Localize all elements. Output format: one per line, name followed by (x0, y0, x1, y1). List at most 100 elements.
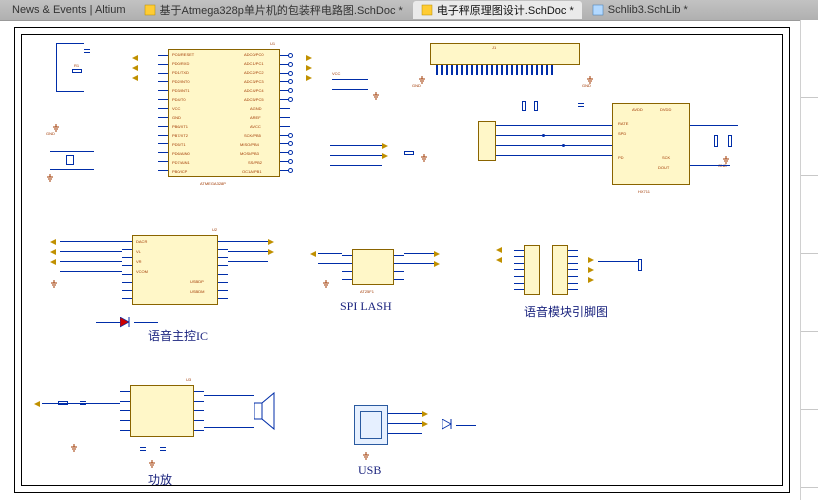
wire (598, 261, 638, 262)
pin-label: VCC (172, 106, 180, 111)
schlib-icon (592, 4, 604, 16)
tab-label: News & Events | Altium (12, 4, 126, 16)
pin-label: ADC3/PC3 (244, 79, 264, 84)
net-port (422, 421, 428, 427)
pin-label: VL (136, 249, 141, 254)
pin-label: VCOM (136, 269, 148, 274)
pin-bank (122, 237, 132, 303)
tab-schdoc-1[interactable]: 基于Atmega328p单片机的包装秤电路图.SchDoc * (136, 1, 411, 19)
pin-label: DOUT (658, 165, 669, 170)
net-port (34, 401, 40, 407)
tab-start-page[interactable]: News & Events | Altium (4, 1, 134, 19)
block-title: USB (358, 463, 381, 478)
tab-schlib[interactable]: Schlib3.SchLib * (584, 1, 696, 19)
tab-label: Schlib3.SchLib * (608, 4, 688, 16)
pin-bank (280, 51, 290, 175)
wire (204, 427, 254, 428)
part-label: ATMEGA328P (200, 181, 226, 186)
pin-label: AVDD (632, 107, 643, 112)
ref-label: J1 (492, 45, 496, 50)
pin-label: MISO/PB4 (240, 142, 259, 147)
block-title: 语音模块引脚图 (524, 303, 608, 320)
pin-label: PD7/AIN1 (172, 160, 190, 165)
crystal (66, 155, 74, 165)
gnd-symbol (586, 75, 594, 83)
net-port (268, 239, 274, 245)
part-label: AT25F1 (360, 289, 374, 294)
resistor (728, 135, 732, 147)
net-label: GND (582, 83, 591, 88)
wire (60, 241, 122, 242)
pin-label: USBDP (190, 279, 204, 284)
ref-label: R1 (74, 63, 79, 68)
wire (388, 423, 422, 424)
resistor (404, 151, 414, 155)
net-port (50, 239, 56, 245)
wire (388, 433, 422, 434)
wire (50, 151, 94, 152)
wire (404, 253, 434, 254)
pin-label: OC1A/PB1 (242, 169, 262, 174)
resistor (714, 135, 718, 147)
block-title: 功放 (148, 471, 172, 488)
pin-label: PD6/AIN0 (172, 151, 190, 156)
net-port (434, 251, 440, 257)
pin-label: USBDM (190, 289, 204, 294)
gnd-symbol (420, 153, 428, 161)
ref-label: U1 (270, 41, 275, 46)
tab-label: 基于Atmega328p单片机的包装秤电路图.SchDoc * (160, 2, 403, 18)
pin-label: PD3/INT1 (172, 88, 190, 93)
gnd-symbol (52, 123, 60, 131)
ic-hx711 (612, 103, 690, 185)
capacitor (80, 397, 86, 407)
net-port (588, 257, 594, 263)
gnd-symbol (362, 451, 370, 459)
pin-bank (120, 387, 130, 435)
pin-label: AVCC (250, 124, 261, 129)
wire (330, 155, 382, 156)
connector (552, 245, 568, 295)
net-port (496, 247, 502, 253)
block-title: 语音主控IC (148, 327, 208, 344)
sheet-inner-border: GND R1 U1 ATMEGA328P (21, 34, 783, 486)
wire (330, 165, 382, 166)
pin-bank (514, 247, 524, 293)
gnd-symbol (418, 75, 426, 83)
sheet-border: GND R1 U1 ATMEGA328P (14, 27, 790, 493)
document-area: GND R1 U1 ATMEGA328P (0, 20, 818, 500)
wire (690, 125, 738, 126)
pin-label: PD0/RXD (172, 61, 189, 66)
net-label: VCC (332, 71, 340, 76)
ic-spi-flash (352, 249, 394, 285)
wire (318, 263, 342, 264)
capacitor (160, 443, 166, 453)
schematic-canvas[interactable]: GND R1 U1 ATMEGA328P (0, 20, 800, 500)
ref-label: U3 (186, 377, 191, 382)
schdoc-icon (421, 4, 433, 16)
wire (404, 263, 434, 264)
net-port (588, 277, 594, 283)
gnd-symbol (722, 155, 730, 163)
panel-tabs-right[interactable] (800, 20, 818, 500)
part-label: HX711 (638, 189, 650, 194)
tab-schdoc-2-active[interactable]: 电子秤原理图设计.SchDoc * (413, 1, 582, 19)
pin-label: PD5/T1 (172, 142, 186, 147)
gnd-symbol (322, 279, 330, 287)
net-port (268, 249, 274, 255)
pin-label: GND (172, 115, 181, 120)
pin-label: SCK (662, 155, 670, 160)
ref-label: U2 (212, 227, 217, 232)
pin-bank (568, 247, 578, 293)
net-port (310, 251, 316, 257)
wire (332, 89, 368, 90)
pin-label: ADC4/PC4 (244, 88, 264, 93)
gnd-symbol (148, 459, 156, 467)
pin-label: PB0/ICP (172, 169, 187, 174)
net-port (306, 65, 312, 71)
wire (228, 261, 268, 262)
pin-label: PC6/RESET (172, 52, 194, 57)
net-label: GND (412, 83, 421, 88)
net-port (382, 143, 388, 149)
pin-bank (194, 387, 204, 435)
wire (60, 271, 122, 272)
